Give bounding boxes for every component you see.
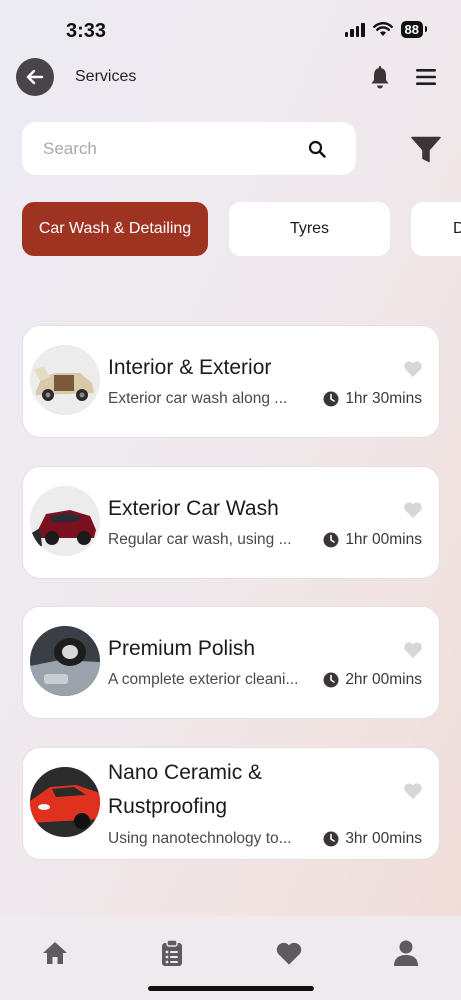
nav-favorites[interactable] <box>274 938 304 968</box>
service-title: Interior & Exterior <box>108 356 272 379</box>
filter-icon <box>411 136 441 163</box>
search-bar <box>22 122 356 175</box>
favorite-heart-icon[interactable] <box>403 641 423 659</box>
home-icon <box>43 942 67 964</box>
service-title: Nano Ceramic & Rustproofing <box>108 761 263 818</box>
service-card[interactable]: Exterior Car Wash Regular car wash, usin… <box>22 466 440 579</box>
service-image <box>30 486 100 556</box>
service-title: Premium Polish <box>108 637 256 660</box>
app-header: Services <box>0 56 461 100</box>
service-description: A complete exterior cleani... <box>108 671 299 688</box>
heart-icon <box>276 942 302 965</box>
clipboard-icon <box>162 939 182 966</box>
notifications-button[interactable] <box>369 66 393 90</box>
nav-bookings[interactable] <box>157 938 187 968</box>
clock-icon <box>323 672 339 688</box>
bell-icon <box>371 66 389 89</box>
arrow-left-icon <box>26 69 44 85</box>
clock-icon <box>323 391 339 407</box>
service-card[interactable]: Premium Polish A complete exterior clean… <box>22 606 440 719</box>
service-duration: 3hr 00mins <box>323 830 422 848</box>
favorite-heart-icon[interactable] <box>403 360 423 378</box>
service-duration: 2hr 00mins <box>323 671 422 689</box>
category-chips: Car Wash & Detailing Tyres D <box>22 202 461 256</box>
back-button[interactable] <box>16 58 54 96</box>
chip-partial[interactable]: D <box>411 202 461 256</box>
battery-indicator: 88 <box>400 21 428 38</box>
clock-icon <box>323 532 339 548</box>
service-description: Regular car wash, using ... <box>108 531 292 548</box>
duration-label: 1hr 00mins <box>345 531 422 548</box>
status-time: 3:33 <box>66 20 107 42</box>
service-image <box>30 767 100 837</box>
chip-car-wash-detailing[interactable]: Car Wash & Detailing <box>22 202 208 256</box>
duration-label: 3hr 00mins <box>345 830 422 847</box>
page-title: Services <box>75 68 137 85</box>
duration-label: 1hr 30mins <box>345 390 422 407</box>
wifi-icon <box>372 22 393 36</box>
service-description: Exterior car wash along ... <box>108 390 288 407</box>
service-duration: 1hr 00mins <box>323 531 422 549</box>
signal-icon <box>344 22 365 37</box>
service-card[interactable]: Interior & Exterior Exterior car wash al… <box>22 325 440 438</box>
home-indicator <box>148 986 314 991</box>
chip-tyres[interactable]: Tyres <box>229 202 390 256</box>
service-title: Exterior Car Wash <box>108 497 279 520</box>
service-description: Using nanotechnology to... <box>108 830 292 847</box>
service-image <box>30 626 100 696</box>
nav-home[interactable] <box>40 938 70 968</box>
menu-button[interactable] <box>415 67 439 89</box>
nav-profile[interactable] <box>391 938 421 968</box>
search-icon[interactable] <box>308 140 326 158</box>
status-icons: 88 <box>344 21 428 38</box>
service-image <box>30 345 100 415</box>
service-card[interactable]: Nano Ceramic & Rustproofing Using nanote… <box>22 747 440 860</box>
search-input[interactable] <box>43 138 283 159</box>
status-bar: 3:33 88 <box>0 0 461 56</box>
filter-button[interactable] <box>411 136 441 164</box>
user-icon <box>394 940 418 966</box>
service-duration: 1hr 30mins <box>323 390 422 408</box>
hamburger-menu-icon <box>416 69 436 85</box>
favorite-heart-icon[interactable] <box>403 782 423 800</box>
duration-label: 2hr 00mins <box>345 671 422 688</box>
favorite-heart-icon[interactable] <box>403 501 423 519</box>
clock-icon <box>323 831 339 847</box>
